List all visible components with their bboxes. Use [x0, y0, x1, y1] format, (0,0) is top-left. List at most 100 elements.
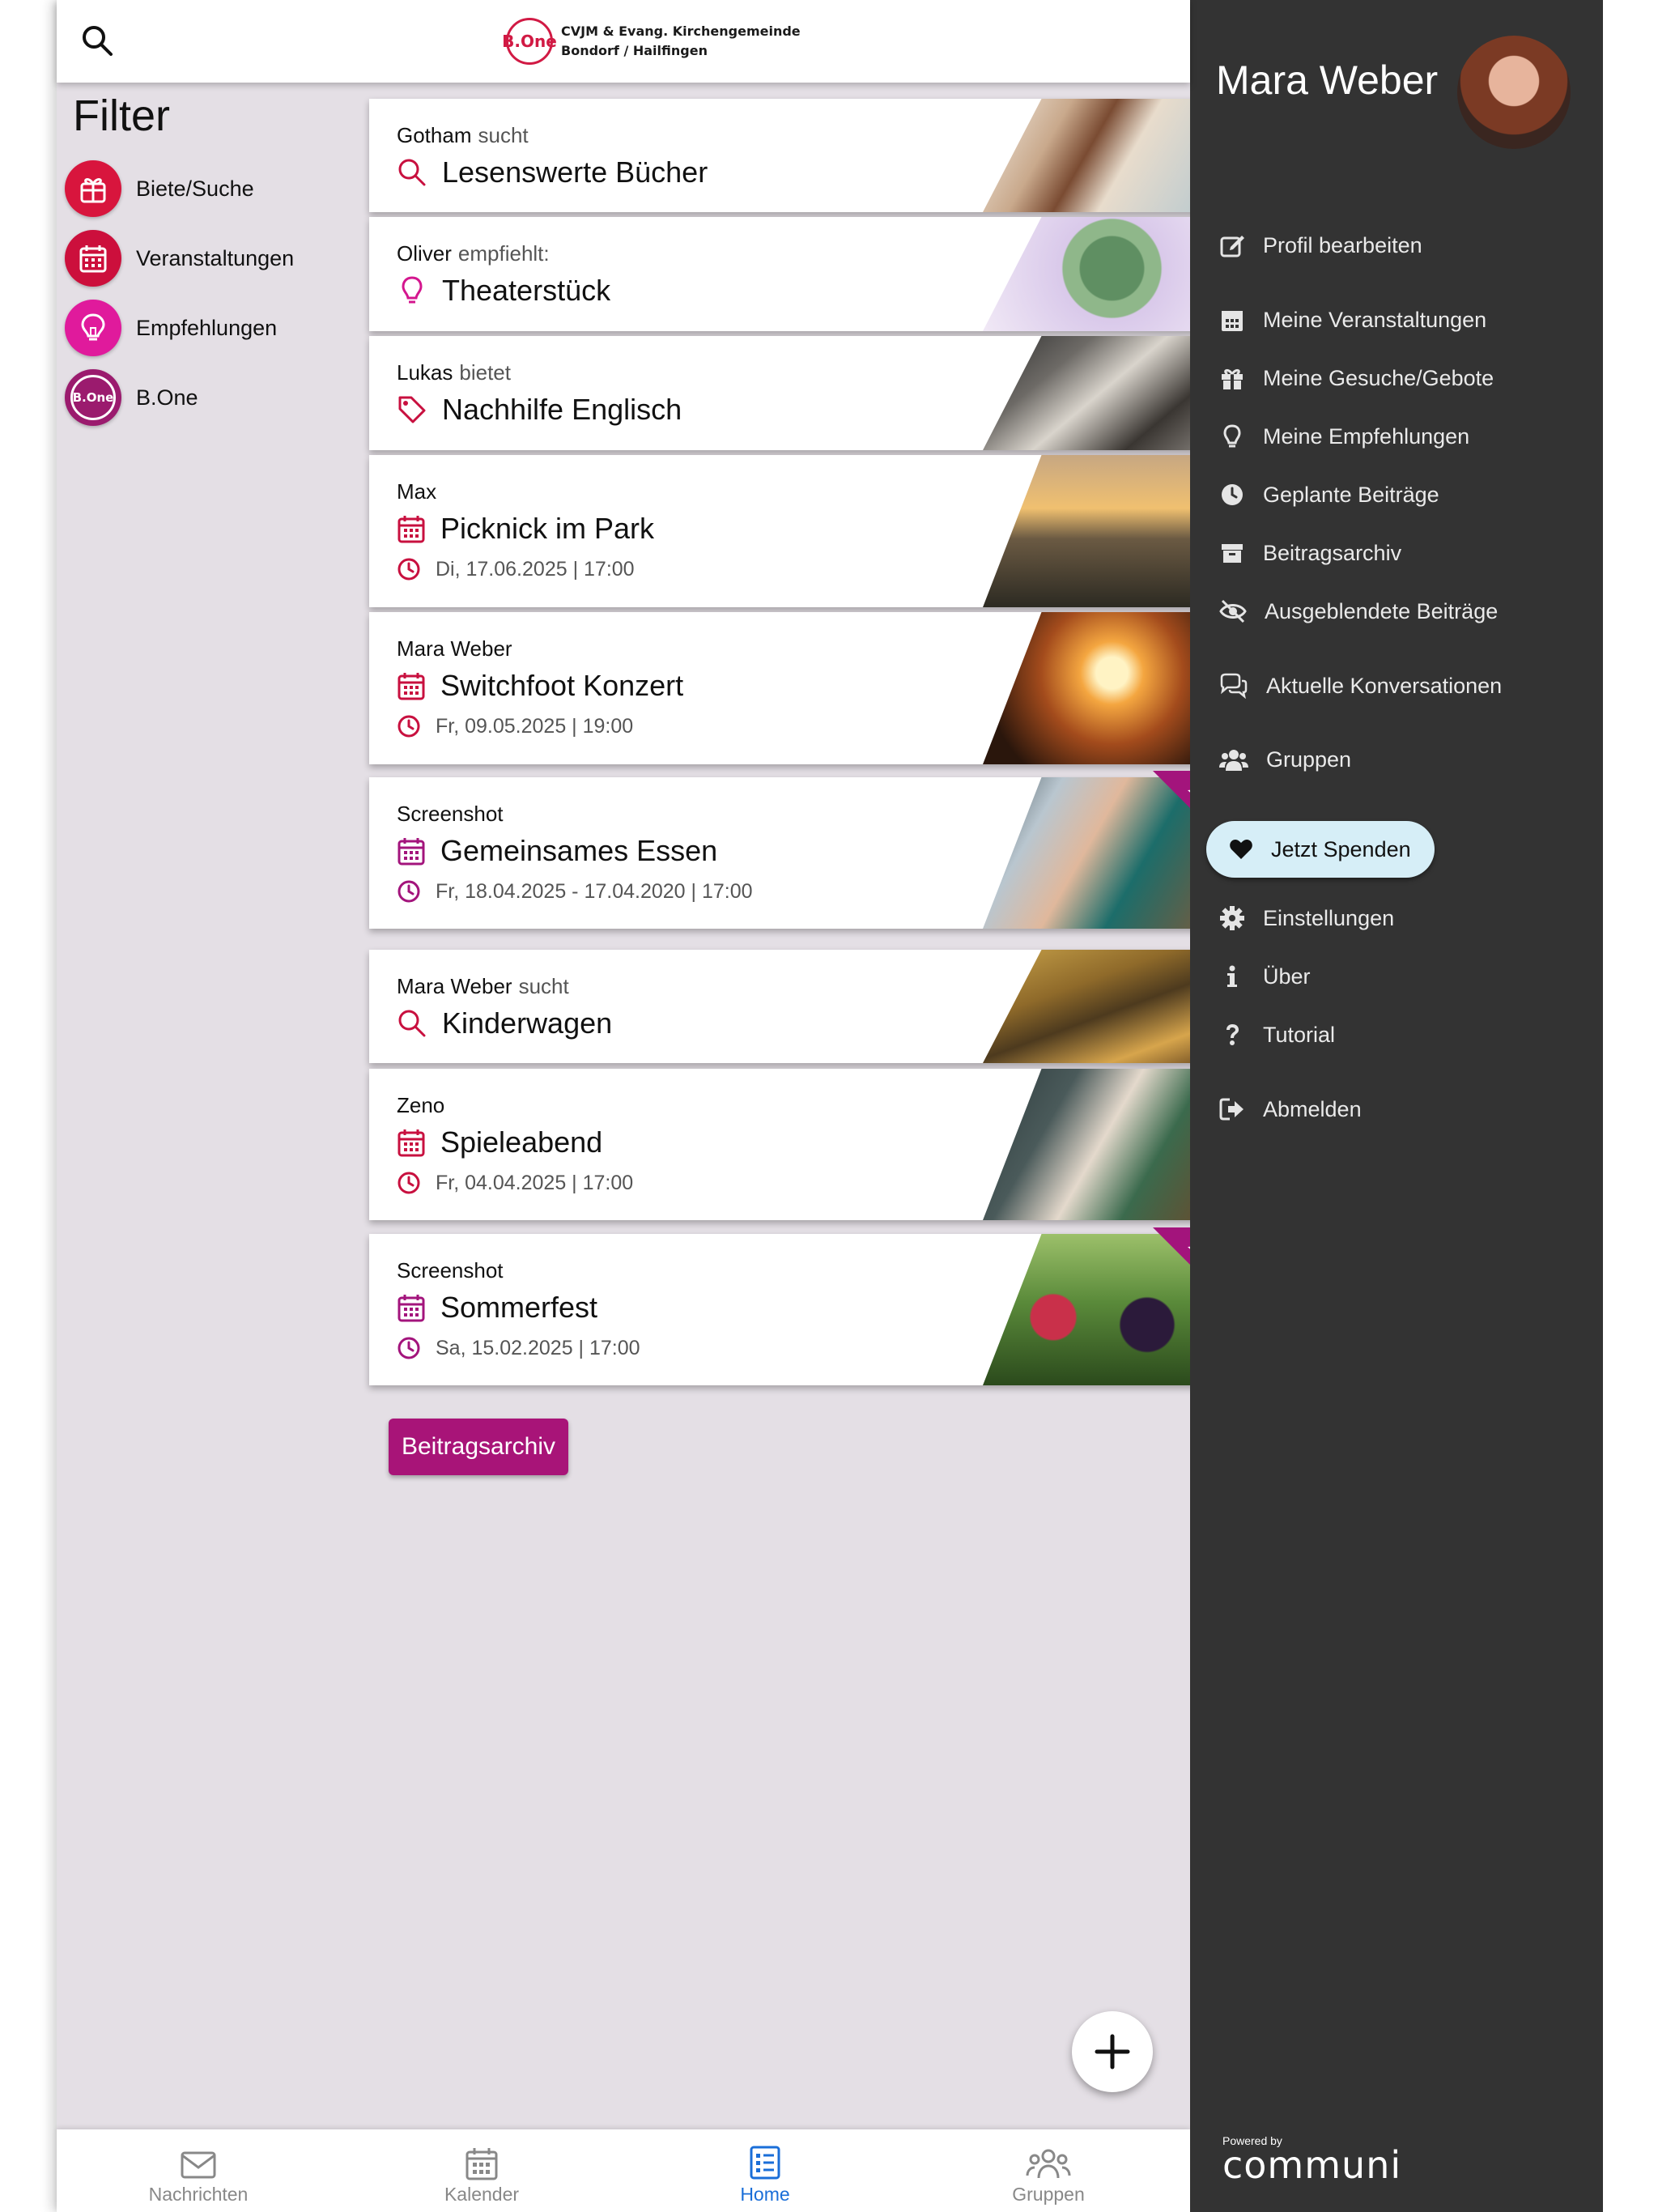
filter-label: Veranstaltungen	[136, 245, 295, 270]
menu-ueber[interactable]: Über	[1219, 963, 1311, 989]
event-card[interactable]: Screenshot Sommerfest Sa, 15.02.2025 | 1…	[369, 1227, 1226, 1385]
post-title: Theaterstück	[442, 274, 611, 307]
post-author: Mara Weber	[397, 636, 512, 661]
post-image	[983, 217, 1218, 331]
envelope-icon	[181, 2151, 216, 2179]
side-drawer: Mara Weber Profil bearbeiten Meine Veran…	[1190, 0, 1603, 2212]
menu-einstellungen[interactable]: Einstellungen	[1219, 905, 1394, 931]
add-post-button[interactable]	[1072, 2011, 1153, 2092]
menu-label: Abmelden	[1263, 1096, 1362, 1121]
filter-veranstaltungen[interactable]: Veranstaltungen	[65, 230, 294, 287]
lightbulb-icon	[1223, 424, 1241, 448]
menu-profil-bearbeiten[interactable]: Profil bearbeiten	[1219, 232, 1422, 258]
search-icon	[398, 159, 426, 186]
menu-label: Beitragsarchiv	[1263, 540, 1402, 565]
filter-empfehlungen[interactable]: Empfehlungen	[65, 300, 277, 356]
post-author: Gotham	[397, 123, 472, 147]
filter-biete-suche[interactable]: Biete/Suche	[65, 160, 254, 217]
post-title: Nachhilfe Englisch	[442, 393, 682, 426]
user-name: Mara Weber	[1216, 57, 1439, 103]
post-author: Screenshot	[397, 802, 504, 826]
post-card[interactable]: Gotham sucht Lesenswerte Bücher	[369, 99, 1218, 212]
menu-label: Meine Gesuche/Gebote	[1263, 365, 1494, 390]
post-card[interactable]: Lukas bietet Nachhilfe Englisch	[369, 336, 1218, 450]
post-image	[983, 612, 1218, 764]
menu-ausgeblendete-beitraege[interactable]: Ausgeblendete Beiträge	[1219, 598, 1498, 624]
event-date: Sa, 15.02.2025 | 17:00	[436, 1336, 640, 1359]
event-card[interactable]: Mara Weber Switchfoot Konzert Fr, 09.05.…	[369, 612, 1218, 764]
filter-label: B.One	[136, 385, 198, 410]
post-verb: sucht	[518, 974, 569, 998]
post-image	[983, 99, 1218, 212]
heart-icon	[1230, 840, 1252, 859]
menu-label: Ausgeblendete Beiträge	[1265, 598, 1499, 623]
menu-abmelden[interactable]: Abmelden	[1219, 1096, 1362, 1122]
post-author: Oliver	[397, 241, 452, 266]
menu-geplante-beitraege[interactable]: Geplante Beiträge	[1219, 482, 1439, 508]
bottom-navigation: Nachrichten Kalender Home Gruppen	[57, 2129, 1190, 2212]
powered-by-communi: Powered by communi	[1222, 2134, 1402, 2187]
archive-button[interactable]: Beitragsarchiv	[389, 1419, 568, 1475]
app: B.One CVJM & Evang. Kirchengemeinde Bond…	[57, 0, 1603, 2212]
calendar-icon	[1222, 311, 1243, 331]
menu-beitragsarchiv[interactable]: Beitragsarchiv	[1219, 540, 1401, 566]
tab-kalender[interactable]: Kalender	[340, 2129, 623, 2212]
bone-logo-icon: B.One	[65, 369, 121, 426]
post-card[interactable]: Mara Weber sucht Kinderwagen	[369, 950, 1218, 1063]
calendar-icon	[397, 1295, 425, 1322]
lightbulb-icon	[65, 300, 121, 356]
event-card[interactable]: Zeno Spieleabend Fr, 04.04.2025 | 17:00	[369, 1069, 1218, 1220]
tab-gruppen[interactable]: Gruppen	[907, 2129, 1190, 2212]
menu-label: Tutorial	[1263, 1022, 1336, 1047]
tab-home[interactable]: Home	[623, 2129, 907, 2212]
post-card[interactable]: Oliver empfiehlt: Theaterstück	[369, 217, 1218, 331]
post-author: Lukas	[397, 360, 453, 385]
menu-label: Über	[1263, 963, 1311, 989]
filter-label: Biete/Suche	[136, 176, 254, 201]
clock-icon	[1222, 484, 1243, 505]
search-icon	[398, 1010, 426, 1037]
menu-label: Meine Empfehlungen	[1263, 423, 1470, 449]
post-image	[983, 455, 1218, 607]
post-title: Sommerfest	[440, 1291, 598, 1324]
event-card[interactable]: Max Picknick im Park Di, 17.06.2025 | 17…	[369, 455, 1218, 607]
chat-icon	[1220, 673, 1248, 699]
info-icon	[1227, 965, 1237, 987]
menu-meine-veranstaltungen[interactable]: Meine Veranstaltungen	[1219, 307, 1486, 333]
filter-label: Empfehlungen	[136, 315, 278, 340]
post-image	[983, 950, 1218, 1063]
communi-logo: communi	[1222, 2143, 1402, 2187]
tab-nachrichten[interactable]: Nachrichten	[57, 2129, 340, 2212]
question-icon	[1226, 1024, 1239, 1045]
calendar-icon	[65, 230, 121, 287]
people-icon	[1026, 2149, 1071, 2179]
clock-icon	[397, 1337, 420, 1359]
menu-gruppen[interactable]: Gruppen	[1219, 747, 1351, 772]
tab-label: Kalender	[444, 2184, 520, 2205]
tab-label: Home	[740, 2184, 790, 2205]
donate-button[interactable]: Jetzt Spenden	[1206, 821, 1435, 878]
clock-icon	[397, 880, 420, 903]
gift-icon	[1222, 368, 1243, 389]
menu-aktuelle-konversationen[interactable]: Aktuelle Konversationen	[1219, 673, 1502, 699]
calendar-icon	[397, 673, 425, 700]
event-date: Fr, 18.04.2025 - 17.04.2020 | 17:00	[436, 879, 753, 903]
event-date: Di, 17.06.2025 | 17:00	[436, 557, 635, 581]
event-card[interactable]: Screenshot Gemeinsames Essen Fr, 18.04.2…	[369, 771, 1226, 929]
lightbulb-icon	[402, 276, 423, 304]
calendar-icon	[466, 2148, 498, 2180]
post-verb: empfiehlt:	[457, 241, 550, 266]
calendar-icon	[397, 1129, 425, 1157]
avatar[interactable]	[1457, 36, 1571, 149]
post-title: Gemeinsames Essen	[440, 834, 718, 867]
menu-meine-empfehlungen[interactable]: Meine Empfehlungen	[1219, 423, 1469, 449]
menu-meine-gesuche-gebote[interactable]: Meine Gesuche/Gebote	[1219, 365, 1494, 391]
menu-label: Aktuelle Konversationen	[1266, 673, 1503, 698]
search-button[interactable]	[79, 23, 115, 58]
plus-icon	[1095, 2034, 1130, 2069]
logo-badge: B.One	[502, 18, 557, 65]
tab-label: Gruppen	[1012, 2184, 1085, 2205]
filter-bone[interactable]: B.One B.One	[65, 369, 198, 426]
search-icon	[83, 26, 113, 56]
menu-tutorial[interactable]: Tutorial	[1219, 1022, 1335, 1048]
